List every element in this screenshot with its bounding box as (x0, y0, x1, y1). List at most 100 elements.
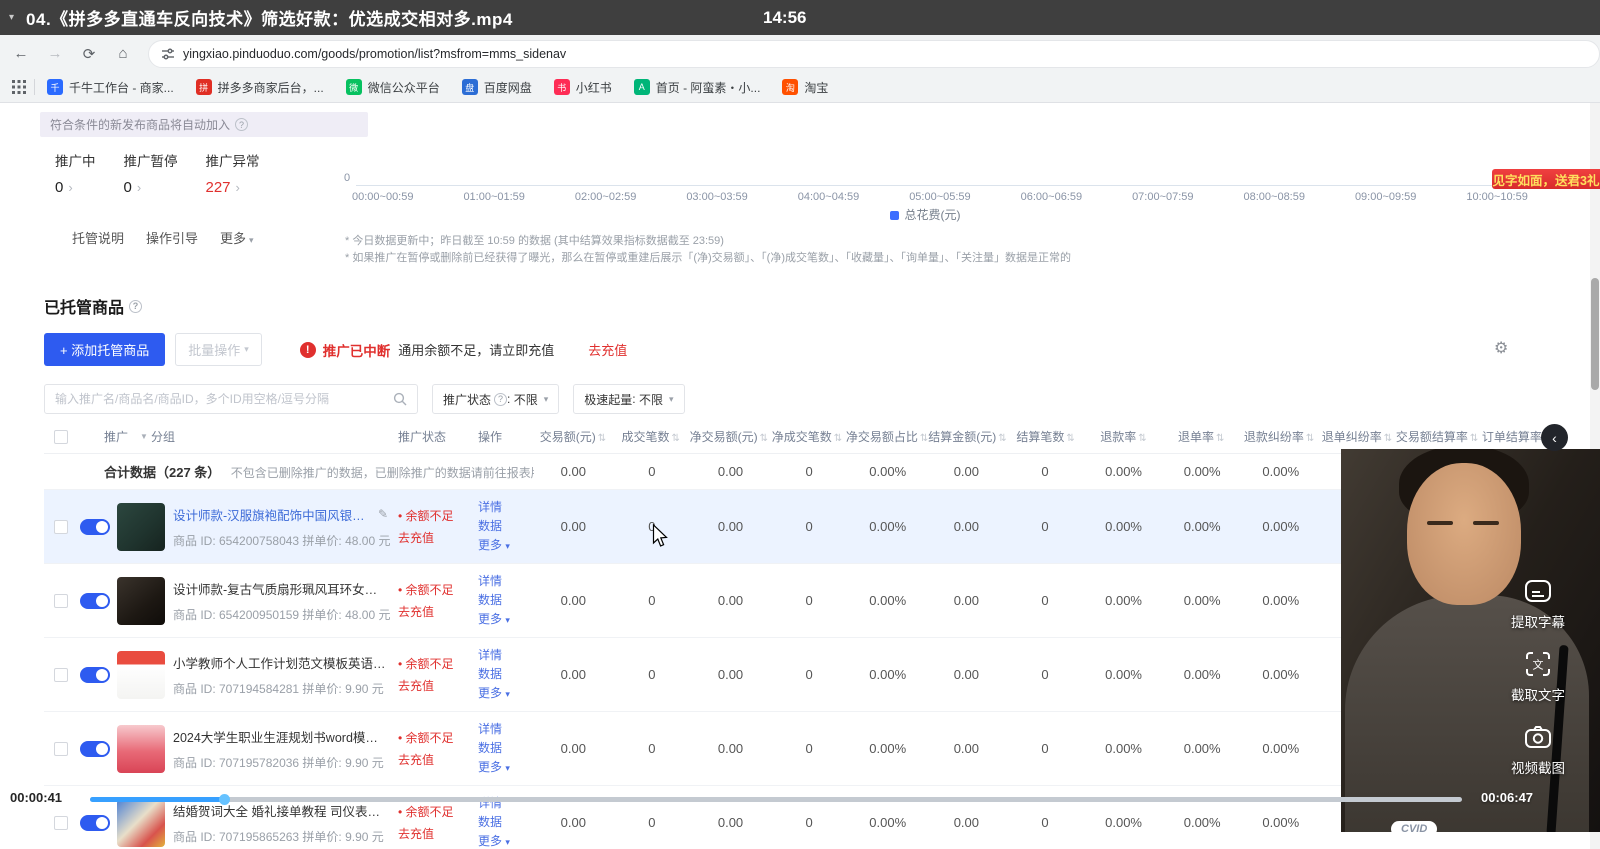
action-link[interactable]: 更多 ▾ (478, 610, 534, 630)
promotion-toggle[interactable] (80, 593, 110, 609)
bookmark-item[interactable]: A首页 - 阿蛮素・小... (634, 79, 761, 96)
recharge-link[interactable]: 去充值 (398, 603, 478, 620)
bookmark-item[interactable]: 千千牛工作台 - 商家... (47, 79, 174, 96)
status-filter-dropdown[interactable]: 推广状态 ? : 不限 ▾ (432, 384, 559, 414)
chart-x-label: 06:00~06:59 (1021, 191, 1082, 203)
action-link[interactable]: 详情 (478, 498, 534, 517)
more-link[interactable]: 更多▾ (220, 228, 254, 247)
bookmark-item[interactable]: 微微信公众平台 (346, 79, 440, 96)
filter-funnel-icon[interactable]: ▼ (140, 432, 148, 441)
stat-promoting[interactable]: 推广中 0› (55, 150, 96, 196)
action-link[interactable]: 更多 ▾ (478, 832, 534, 849)
recharge-link[interactable]: 去充值 (398, 751, 478, 768)
promotion-toggle[interactable] (80, 741, 110, 757)
apps-grid-icon[interactable] (12, 80, 26, 94)
bookmark-item[interactable]: 盘百度网盘 (462, 79, 532, 96)
product-title[interactable]: 2024大学生职业生涯规划书word模板范文工作... (173, 727, 387, 746)
batch-operation-button[interactable]: 批量操作▾ (175, 333, 262, 366)
address-bar[interactable]: yingxiao.pinduoduo.com/goods/promotion/l… (148, 40, 1600, 68)
select-all-checkbox[interactable] (54, 430, 68, 444)
forward-icon[interactable]: → (42, 41, 68, 67)
info-icon[interactable]: ? (235, 118, 248, 131)
metric-header[interactable]: 退单纠纷率⇅ (1318, 428, 1396, 445)
site-info-icon[interactable] (161, 47, 175, 61)
status-text: • 余额不足 (398, 581, 478, 598)
metric-header[interactable]: 净成交笔数⇅ (768, 428, 846, 445)
row-checkbox[interactable] (54, 520, 68, 534)
product-title[interactable]: 小学教师个人工作计划范文模板英语语文数学... (173, 653, 387, 672)
bookmark-item[interactable]: 拼拼多多商家后台，... (196, 79, 324, 96)
action-link[interactable]: 详情 (478, 572, 534, 591)
home-icon[interactable]: ⌂ (110, 41, 136, 67)
chart-x-label: 08:00~08:59 (1244, 191, 1305, 203)
action-link[interactable]: 数据 (478, 739, 534, 758)
metric-value: 0.00% (1163, 741, 1242, 756)
row-checkbox[interactable] (54, 594, 68, 608)
info-icon[interactable]: ? (129, 300, 142, 313)
bookmark-item[interactable]: 书小红书 (554, 79, 612, 96)
action-link[interactable]: 详情 (478, 646, 534, 665)
promotion-toggle[interactable] (80, 815, 110, 831)
recharge-link[interactable]: 去充值 (588, 340, 627, 359)
progress-track[interactable] (90, 797, 1462, 802)
metric-header[interactable]: 结算笔数⇅ (1007, 428, 1085, 445)
hosting-help-link[interactable]: 托管说明 (72, 228, 124, 247)
product-title[interactable]: 设计师款-汉服旗袍配饰中国风银针青字耳坠镶... (173, 505, 373, 524)
action-link[interactable]: 更多 ▾ (478, 536, 534, 556)
add-managed-product-button[interactable]: + 添加托管商品 (44, 333, 165, 366)
recharge-link[interactable]: 去充值 (398, 677, 478, 694)
chart-legend: 总花费(元) (345, 206, 1505, 223)
recharge-link[interactable]: 去充值 (398, 529, 478, 546)
metric-header[interactable]: 退单率⇅ (1162, 428, 1240, 445)
action-link[interactable]: 更多 ▾ (478, 684, 534, 704)
search-icon[interactable] (393, 392, 407, 406)
capture-text-button[interactable]: 文 截取文字 (1503, 649, 1573, 704)
speed-filter-dropdown[interactable]: 极速起量 : 不限 ▾ (573, 384, 684, 414)
row-checkbox[interactable] (54, 816, 68, 830)
action-link[interactable]: 数据 (478, 813, 534, 832)
extract-subtitles-button[interactable]: 提取字幕 (1503, 576, 1573, 631)
action-link[interactable]: 详情 (478, 720, 534, 739)
product-title[interactable]: 设计师款-复古气质扇形珮风耳环女民族风耳饰... (173, 579, 387, 598)
stat-paused[interactable]: 推广暂停 0› (124, 150, 178, 196)
promotion-toggle[interactable] (80, 667, 110, 683)
legend-swatch (890, 211, 899, 220)
bookmark-favicon: 拼 (196, 79, 212, 95)
gear-icon[interactable]: ⚙ (1494, 338, 1508, 358)
metric-header[interactable]: 结算金额(元)⇅ (928, 428, 1006, 445)
row-checkbox[interactable] (54, 668, 68, 682)
edit-icon[interactable]: ✎ (378, 507, 388, 521)
metric-header[interactable]: 成交笔数⇅ (612, 428, 690, 445)
row-checkbox[interactable] (54, 742, 68, 756)
action-link[interactable]: 数据 (478, 665, 534, 684)
tools-collapse-handle[interactable]: ‹ (1541, 424, 1568, 451)
progress-knob[interactable] (219, 794, 230, 805)
promotion-toggle[interactable] (80, 519, 110, 535)
chart-x-labels: 00:00~00:5901:00~01:5902:00~02:5903:00~0… (352, 191, 1528, 203)
video-screenshot-button[interactable]: 视频截图 (1503, 722, 1573, 777)
stat-abnormal[interactable]: 推广异常 227› (206, 150, 260, 196)
metric-header[interactable]: 交易额结算率⇅ (1396, 428, 1478, 445)
scrollbar-thumb[interactable] (1591, 278, 1599, 390)
chevron-down-icon: ▾ (505, 763, 510, 773)
metric-header[interactable]: 交易额(元)⇅ (534, 428, 612, 445)
search-input[interactable] (55, 392, 393, 406)
metric-header[interactable]: 净交易额占比⇅ (846, 428, 928, 445)
bookmark-item[interactable]: 淘淘宝 (782, 79, 828, 96)
metric-header[interactable]: 退款率⇅ (1085, 428, 1163, 445)
product-title[interactable]: 结婚贺词大全 婚礼接单教程 司仪表格 婚礼策划... (173, 801, 387, 820)
action-link[interactable]: 数据 (478, 591, 534, 610)
chevron-down-icon[interactable]: ▾ (9, 12, 14, 23)
action-link[interactable]: 更多 ▾ (478, 758, 534, 778)
metric-header[interactable]: 净交易额(元)⇅ (690, 428, 768, 445)
recharge-link[interactable]: 去充值 (398, 825, 478, 842)
promo-ribbon[interactable]: 见字如面，送君3礼 (1492, 169, 1600, 189)
operation-guide-link[interactable]: 操作引导 (146, 228, 198, 247)
metric-value: 0.00% (1241, 519, 1320, 534)
metric-header[interactable]: 退款纠纷率⇅ (1240, 428, 1318, 445)
status-text: • 余额不足 (398, 803, 478, 820)
back-icon[interactable]: ← (8, 41, 34, 67)
reload-icon[interactable]: ⟳ (76, 41, 102, 67)
bookmark-favicon: 盘 (462, 79, 478, 95)
action-link[interactable]: 数据 (478, 517, 534, 536)
